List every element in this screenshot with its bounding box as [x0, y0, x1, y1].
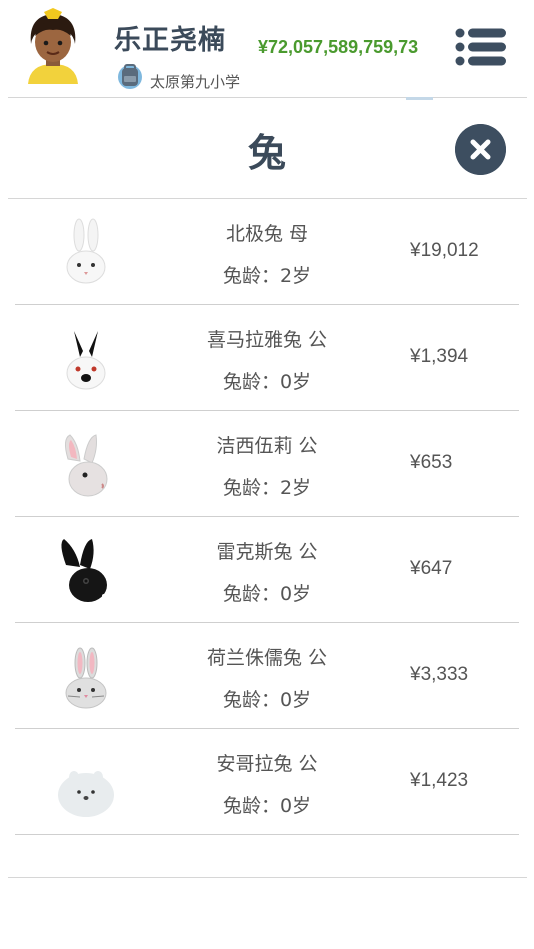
scroll-indicator: [406, 97, 433, 100]
rabbit-age: 兔龄：0岁: [222, 795, 312, 817]
rabbit-age: 兔龄：2岁: [222, 265, 312, 287]
rabbit-name: 北极兔 母: [225, 223, 309, 245]
himalayan-rabbit-icon: [66, 331, 106, 390]
school-name: 太原第九小学: [150, 73, 241, 91]
rabbit-name: 荷兰侏儒兔 公: [206, 647, 328, 669]
list-item[interactable]: 洁西伍莉 公 兔龄：2岁 ¥653: [0, 411, 534, 517]
money-balance: ¥72,057,589,759,73: [258, 37, 419, 57]
rabbit-age: 兔龄：0岁: [222, 689, 312, 711]
list-item[interactable]: 北极兔 母 兔龄：2岁 ¥19,012: [0, 199, 534, 305]
rabbit-price: ¥1,423: [410, 770, 469, 791]
rabbit-name: 喜马拉雅兔 公: [206, 329, 328, 351]
black-rex-rabbit-icon: [61, 539, 107, 602]
bottom-divider: [8, 877, 527, 878]
dwarf-rabbit-icon: [65, 647, 107, 709]
rabbit-age: 兔龄：0岁: [222, 371, 312, 393]
list-item[interactable]: 安哥拉兔 公 兔龄：0岁 ¥1,423: [0, 729, 534, 835]
row-divider: [15, 834, 519, 835]
list-item[interactable]: 雷克斯兔 公 兔龄：0岁 ¥647: [0, 517, 534, 623]
panel-title: 兔: [247, 131, 286, 175]
rabbit-age: 兔龄：2岁: [222, 477, 312, 499]
list-item[interactable]: 荷兰侏儒兔 公 兔龄：0岁 ¥3,333: [0, 623, 534, 729]
user-name: 乐正尧楠: [114, 25, 226, 56]
rabbit-age: 兔龄：0岁: [222, 583, 312, 605]
list-item[interactable]: 喜马拉雅兔 公 兔龄：0岁 ¥1,394: [0, 305, 534, 411]
white-rabbit-icon: [66, 218, 106, 284]
rabbit-price: ¥653: [410, 452, 453, 473]
rabbit-name: 洁西伍莉 公: [216, 435, 318, 457]
menu-list-icon[interactable]: [453, 26, 509, 68]
header-divider: [8, 97, 527, 98]
top-bar: 乐正尧楠 太原第九小学 ¥72,057,589,759,73: [0, 0, 534, 97]
rabbit-price: ¥1,394: [410, 346, 469, 367]
rabbit-name: 雷克斯兔 公: [216, 541, 318, 563]
rabbit-price: ¥19,012: [410, 240, 479, 261]
rabbit-price: ¥3,333: [410, 664, 469, 685]
angora-rabbit-icon: [58, 771, 114, 817]
avatar[interactable]: [22, 6, 84, 88]
rabbit-name: 安哥拉兔 公: [216, 753, 318, 775]
rabbit-price: ¥647: [410, 558, 453, 579]
close-button[interactable]: [455, 124, 506, 175]
jersey-wooly-rabbit-icon: [64, 434, 108, 497]
school-bag-icon: [118, 64, 142, 89]
